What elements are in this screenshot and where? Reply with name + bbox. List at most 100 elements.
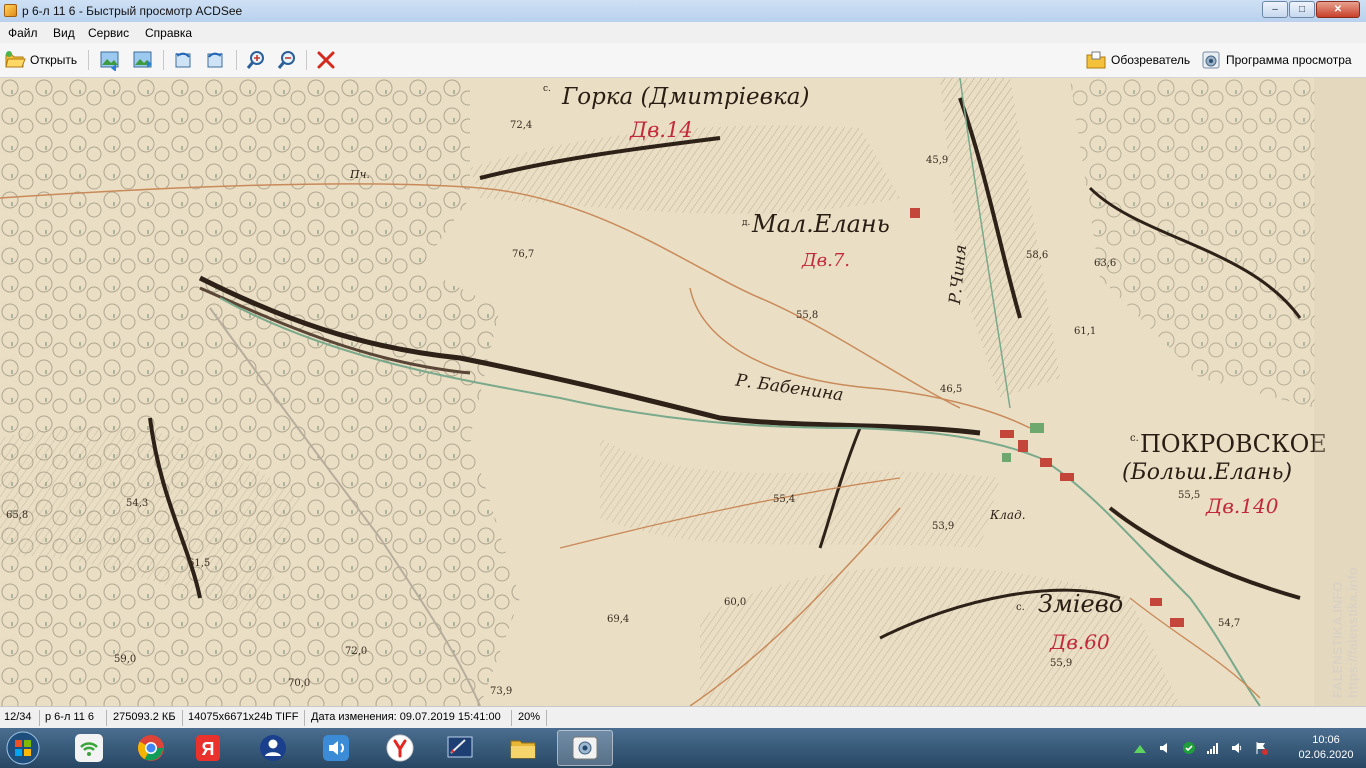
clock-date: 02.06.2020: [1298, 749, 1354, 761]
user-icon: [260, 735, 286, 761]
acdsee-app-icon: [4, 4, 17, 17]
pokrovskoe-label: ПОКРОВСКОЕ: [1140, 430, 1327, 458]
menu-view[interactable]: Вид: [53, 26, 75, 40]
taskbar-chrome[interactable]: [123, 730, 179, 766]
chrome-icon: [137, 735, 164, 761]
elevation-mark: 45,9: [926, 155, 949, 166]
status-zoom: 20%: [518, 711, 541, 723]
rotate-left-icon: [175, 52, 191, 68]
gorka-households: Дв.14: [630, 118, 693, 142]
taskbar-image-editor[interactable]: [432, 730, 488, 766]
close-button[interactable]: ✕: [1316, 1, 1360, 18]
map-image: [0, 78, 1366, 706]
browser-button[interactable]: Обозреватель: [1085, 48, 1190, 72]
viewer-button[interactable]: Программа просмотра: [1200, 48, 1352, 72]
status-separator: [106, 710, 107, 726]
open-label: Открыть: [30, 53, 78, 67]
elevation-mark: 73,9: [490, 686, 513, 697]
image-editor-icon: [447, 736, 473, 758]
elevation-mark: 55,8: [796, 310, 819, 321]
taskbar-user[interactable]: [245, 730, 301, 766]
zmievo-label: Змiево: [1038, 590, 1124, 618]
taskbar-file-explorer[interactable]: [495, 730, 551, 766]
title-bar: р 6-л 11 6 - Быстрый просмотр ACDSee – □…: [0, 0, 1366, 23]
status-modified-date: Дата изменения: 09.07.2019 15:41:00: [311, 711, 501, 723]
browser-label: Обозреватель: [1111, 53, 1191, 67]
taskbar-network-manager[interactable]: [61, 730, 117, 766]
bolsh-elan-label: (Больш.Елань): [1122, 460, 1293, 485]
status-bar: 12/34 р 6-л 11 6 275093.2 КБ 14075x6671x…: [0, 706, 1366, 729]
status-separator: [182, 710, 183, 726]
delete-icon: [317, 51, 335, 69]
status-separator: [39, 710, 40, 726]
mal-elan-prefix: д.: [742, 218, 751, 228]
taskbar-audio[interactable]: [308, 730, 364, 766]
taskbar-acdsee[interactable]: [557, 730, 613, 766]
open-folder-icon: [5, 51, 26, 68]
menu-file[interactable]: Файл: [8, 26, 38, 40]
status-index: 12/34: [4, 711, 32, 723]
watermark: FALENSTIKA.INFO https://falenstika.info: [1330, 567, 1360, 698]
toolbar-separator: [88, 50, 89, 70]
elevation-mark: 58,6: [1026, 250, 1049, 261]
zoom-in-icon: [246, 51, 264, 69]
status-separator: [304, 710, 305, 726]
elevation-mark: 54,3: [126, 498, 149, 509]
tray-signal-icon[interactable]: [1206, 741, 1220, 755]
network-manager-icon: [75, 734, 103, 762]
file-explorer-icon: [510, 740, 536, 759]
maximize-button[interactable]: □: [1289, 1, 1315, 18]
clock-time: 10:06: [1312, 734, 1340, 746]
yandex-browser-icon: [386, 734, 414, 762]
tray-antivirus-icon[interactable]: [1182, 741, 1196, 755]
image-viewport[interactable]: с. Горка (Дмитрiевка) Дв.14 д. Мал.Елань…: [0, 78, 1366, 706]
status-separator: [546, 710, 547, 726]
rotate-left-button[interactable]: [172, 48, 194, 72]
minimize-button[interactable]: –: [1262, 1, 1288, 18]
taskbar-yandex[interactable]: Я: [180, 730, 236, 766]
status-dimensions: 14075x6671x24b TIFF: [188, 711, 299, 723]
elevation-mark: 59,0: [114, 654, 137, 665]
gorka-prefix: с.: [543, 84, 551, 94]
yandex-icon: Я: [196, 735, 220, 761]
previous-image-button[interactable]: [99, 48, 121, 72]
elevation-mark: 72,0: [345, 646, 368, 657]
zoom-out-icon: [277, 51, 295, 69]
tray-flag-icon[interactable]: [1254, 741, 1268, 755]
svg-text:Я: Я: [202, 739, 215, 759]
elevation-mark: 63,6: [1094, 258, 1117, 269]
menu-service[interactable]: Сервис: [88, 26, 129, 40]
zmievo-households: Дв.60: [1050, 630, 1110, 654]
menu-help[interactable]: Справка: [145, 26, 192, 40]
delete-button[interactable]: [315, 48, 337, 72]
toolbar-separator: [306, 50, 307, 70]
elevation-mark: 54,7: [1218, 618, 1241, 629]
tray-network-icon[interactable]: [1133, 741, 1147, 755]
open-button[interactable]: Открыть: [4, 48, 77, 72]
browser-folder-icon: [1086, 51, 1106, 69]
next-image-icon: [133, 51, 152, 68]
elevation-mark: 55,4: [773, 494, 796, 505]
rotate-right-button[interactable]: [204, 48, 226, 72]
mal-elan-households: Дв.7.: [802, 250, 851, 271]
zoom-out-button[interactable]: [276, 48, 298, 72]
toolbar-separator: [163, 50, 164, 70]
elevation-mark: 46,5: [940, 384, 963, 395]
elevation-mark: 61,5: [188, 558, 211, 569]
audio-icon: [323, 735, 349, 761]
taskbar-yandex-browser[interactable]: [372, 730, 428, 766]
tray-clock[interactable]: 10:06 02.06.2020: [1294, 733, 1358, 763]
tray-volume-icon[interactable]: [1158, 741, 1172, 755]
elevation-mark: 55,9: [1050, 658, 1073, 669]
gorka-label: Горка (Дмитрiевка): [562, 84, 810, 110]
rotate-right-icon: [207, 52, 223, 68]
zoom-in-button[interactable]: [245, 48, 267, 72]
start-button[interactable]: [3, 730, 43, 766]
toolbar-separator: [236, 50, 237, 70]
elevation-mark: 53,9: [932, 521, 955, 532]
next-image-button[interactable]: [132, 48, 154, 72]
cemetery-label: Клад.: [990, 508, 1026, 522]
elevation-mark: 69,4: [607, 614, 630, 625]
pokrovskoe-households: Дв.140: [1206, 494, 1279, 518]
tray-speaker-icon[interactable]: [1230, 741, 1244, 755]
